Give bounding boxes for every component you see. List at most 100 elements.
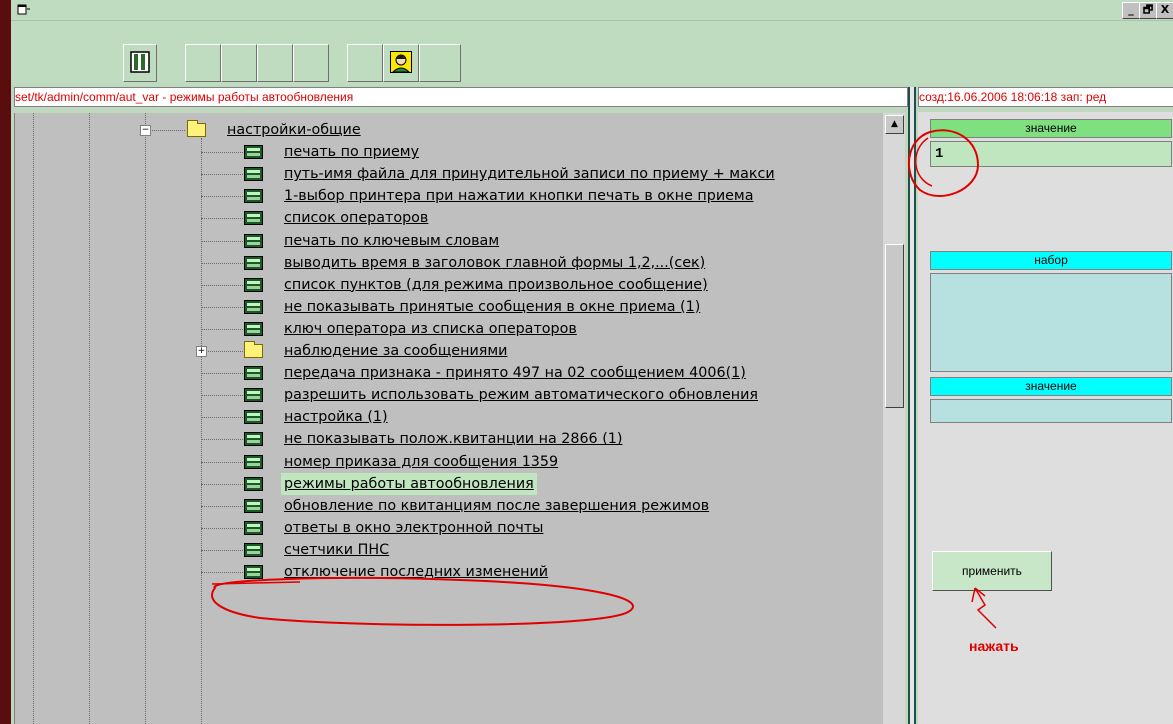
tree-guide-line	[145, 113, 146, 724]
value-text: 1	[935, 146, 944, 162]
value-field[interactable]: 1	[930, 141, 1172, 167]
tree-node-label: передача признака - принято 497 на 02 со…	[284, 365, 746, 382]
toolbar-button-5[interactable]	[347, 44, 383, 82]
setting-icon	[244, 498, 263, 513]
tree-guide-line	[201, 439, 243, 441]
tree-guide-line	[201, 461, 243, 463]
settings-tree[interactable]: − настройки-общие печать по приему путь-имя…	[14, 113, 884, 724]
tree-guide-line	[201, 138, 202, 724]
setting-icon	[244, 321, 263, 336]
setting-icon	[244, 211, 263, 226]
toolbar-button-6[interactable]	[419, 44, 461, 82]
tree-guide-line	[201, 196, 243, 198]
tree-node-label: 1-выбор принтера при нажатии кнопки печа…	[284, 188, 754, 205]
setting-icon	[244, 476, 263, 491]
tree-guide-line	[201, 527, 243, 529]
setting-icon	[244, 388, 263, 403]
window-edge	[0, 0, 11, 724]
setting-icon	[244, 432, 263, 447]
tree-node-label: отключение последних изменений	[284, 564, 549, 580]
value2-header: значение	[930, 377, 1172, 396]
apply-button[interactable]: применить	[932, 551, 1052, 591]
annotation-label: нажать	[969, 638, 1019, 654]
toolbar-button-1[interactable]	[185, 44, 221, 82]
layout-button[interactable]	[123, 44, 157, 82]
tree-guide-line	[201, 373, 243, 375]
tree-guide-line	[145, 130, 185, 131]
tree-guide-line	[201, 483, 243, 485]
tree-node-label: путь-имя файла для принудительной записи…	[284, 166, 775, 183]
record-info-label: созд:16.06.2006 18:06:18 зап: ред	[918, 87, 1173, 107]
tree-guide-line	[201, 262, 243, 264]
folder-icon	[244, 341, 263, 358]
tree-node-label: обновление по квитанциям после завершени…	[284, 497, 710, 514]
setting-icon	[244, 233, 263, 248]
tree-node-label: ответы в окно электронной почты	[284, 519, 544, 536]
expand-toggle-icon[interactable]: +	[196, 346, 207, 357]
setting-icon	[244, 454, 263, 469]
value-header: значение	[930, 119, 1172, 138]
scroll-thumb[interactable]	[885, 244, 904, 408]
tree-node-label: ключ оператора из списка операторов	[284, 320, 577, 337]
setting-icon	[244, 565, 263, 579]
toolbar-button-3[interactable]	[257, 44, 293, 82]
close-button[interactable]: X	[1156, 2, 1173, 19]
tree-guide-line	[201, 218, 243, 220]
setting-icon	[244, 167, 263, 182]
tree-guide-line	[201, 549, 243, 551]
columns-icon	[130, 51, 150, 73]
value2-field[interactable]	[930, 399, 1172, 423]
tree-guide-line	[89, 113, 90, 724]
tree-node-label: не показывать принятые сообщения в окне …	[284, 298, 701, 315]
setting-icon	[244, 277, 263, 292]
set-header: набор	[930, 251, 1172, 270]
tree-guide-line	[201, 306, 243, 308]
tree-guide-line	[201, 174, 243, 176]
tree-node-label: печать по ключевым словам	[284, 232, 500, 249]
tree-node-label: печать по приему	[284, 144, 420, 161]
folder-icon	[187, 120, 206, 137]
user-icon	[390, 51, 412, 73]
tree-guide-line	[201, 417, 243, 419]
tree-node-label: счетчики ПНС	[284, 541, 390, 558]
tree-node-label: настройка (1)	[284, 409, 388, 426]
tree-node-label: наблюдение за сообщениями	[284, 343, 508, 359]
tree-node-label: список операторов	[284, 210, 429, 227]
set-list[interactable]	[930, 273, 1172, 372]
restore-button[interactable]: 🗗	[1139, 2, 1157, 19]
tree-node-label: настройки-общие	[227, 122, 361, 138]
tree-guide-line	[201, 240, 243, 242]
window-icon[interactable]	[17, 3, 31, 16]
title-bar	[11, 0, 1173, 21]
user-button[interactable]	[383, 44, 419, 82]
setting-icon	[244, 520, 263, 535]
minimize-button[interactable]: _	[1122, 2, 1140, 19]
tree-node-label: номер приказа для сообщения 1359	[284, 453, 559, 470]
path-label: set/tk/admin/comm/aut_var - режимы работ…	[14, 87, 908, 107]
tree-guide-line	[201, 152, 243, 154]
tree-node-label: разрешить использовать режим автоматичес…	[284, 387, 758, 404]
tree-node-label: режимы работы автообновления	[281, 472, 537, 495]
scroll-up-button[interactable]: ▲	[885, 115, 904, 134]
setting-icon	[244, 145, 263, 160]
setting-icon	[244, 542, 263, 557]
tree-guide-line	[201, 505, 243, 507]
tree-guide-line	[201, 284, 243, 286]
setting-icon	[244, 299, 263, 314]
tree-scrollbar[interactable]	[883, 113, 905, 724]
pane-splitter[interactable]	[908, 87, 916, 724]
tree-guide-line	[33, 113, 34, 724]
tree-guide-line	[201, 351, 243, 352]
toolbar-button-2[interactable]	[221, 44, 257, 82]
setting-icon	[244, 255, 263, 270]
tree-node-label: не показывать полож.квитанции на 2866 (1…	[284, 431, 623, 448]
tree-guide-line	[201, 328, 243, 330]
tree-node-label: выводить время в заголовок главной формы…	[284, 254, 706, 271]
collapse-toggle-icon[interactable]: −	[140, 125, 151, 136]
tree-guide-line	[201, 572, 243, 573]
tree-guide-line	[201, 395, 243, 397]
toolbar-button-4[interactable]	[293, 44, 329, 82]
setting-icon	[244, 189, 263, 204]
setting-icon	[244, 410, 263, 425]
tree-node-label: список пунктов (для режима произвольное …	[284, 276, 708, 293]
